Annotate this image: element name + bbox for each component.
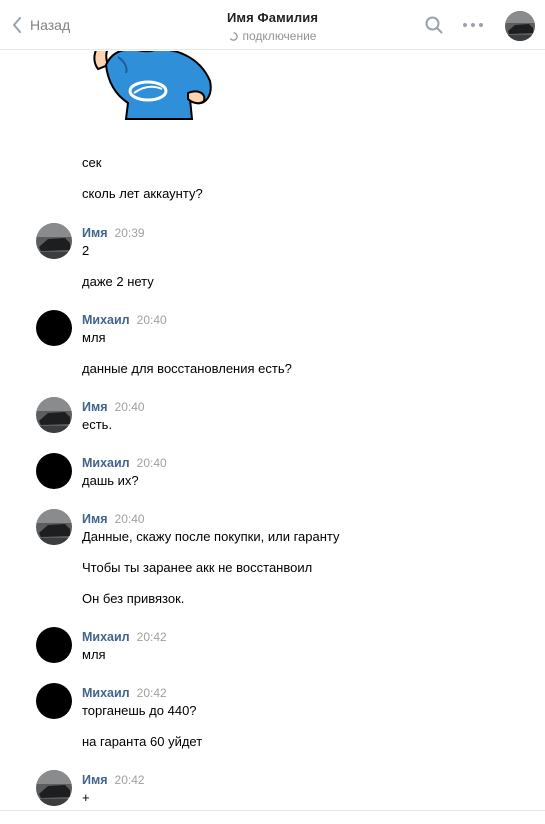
avatar[interactable] bbox=[36, 453, 72, 489]
message-time: 20:42 bbox=[114, 773, 145, 787]
message-text: на гаранта 60 уйдет bbox=[82, 734, 203, 749]
message-author[interactable]: Имя 20:42 bbox=[82, 773, 145, 787]
user-photo-avatar bbox=[36, 223, 72, 259]
avatar[interactable] bbox=[36, 627, 72, 663]
message-time: 20:40 bbox=[114, 400, 145, 414]
chat-avatar[interactable] bbox=[505, 11, 535, 41]
loading-spinner-icon bbox=[229, 31, 238, 41]
message-time: 20:39 bbox=[114, 226, 145, 240]
message-author[interactable]: Михаил 20:42 bbox=[82, 686, 167, 700]
message-author[interactable]: Имя 20:39 bbox=[82, 226, 145, 240]
message-text: + bbox=[82, 790, 90, 805]
message-author[interactable]: Имя 20:40 bbox=[82, 400, 145, 414]
user-photo-avatar bbox=[36, 770, 72, 806]
message-time: 20:42 bbox=[136, 630, 167, 644]
sticker-image[interactable] bbox=[88, 51, 218, 133]
sticker-character-icon bbox=[93, 51, 212, 120]
avatar[interactable] bbox=[36, 770, 72, 806]
message-text: Он без привязок. bbox=[82, 591, 185, 606]
message-time: 20:40 bbox=[136, 313, 167, 327]
composer-divider bbox=[0, 810, 545, 811]
avatar[interactable] bbox=[36, 223, 72, 259]
user-photo-avatar bbox=[36, 397, 72, 433]
message-text: дашь их? bbox=[82, 473, 139, 488]
message-feed[interactable]: сек сколь лет аккаунту? Имя 20:39 2 даже … bbox=[0, 51, 545, 811]
message-text: Данные, скажу после покупки, или гаранту bbox=[82, 529, 340, 544]
message-text: мля bbox=[82, 330, 106, 345]
more-button[interactable] bbox=[462, 16, 484, 37]
message-text: сек bbox=[82, 155, 102, 170]
message-time: 20:42 bbox=[136, 686, 167, 700]
message-time: 20:40 bbox=[114, 512, 145, 526]
connection-status: подключение bbox=[229, 29, 317, 43]
avatar[interactable] bbox=[36, 509, 72, 545]
message-text: 2 bbox=[82, 243, 90, 258]
chat-avatar-image bbox=[505, 11, 535, 41]
more-dots-icon bbox=[463, 23, 483, 27]
user-photo-avatar bbox=[36, 509, 72, 545]
message-text: данные для восстановления есть? bbox=[82, 361, 292, 376]
search-icon bbox=[425, 16, 443, 34]
message-text: Чтобы ты заранее акк не восстанвоил bbox=[82, 560, 313, 575]
connection-status-text: подключение bbox=[242, 29, 317, 43]
avatar[interactable] bbox=[36, 397, 72, 433]
message-author[interactable]: Михаил 20:42 bbox=[82, 630, 167, 644]
message-author[interactable]: Имя 20:40 bbox=[82, 512, 145, 526]
message-text: торганешь до 440? bbox=[82, 703, 197, 718]
avatar[interactable] bbox=[36, 310, 72, 346]
message-author[interactable]: Михаил 20:40 bbox=[82, 456, 167, 470]
message-text: мля bbox=[82, 647, 106, 662]
message-text: даже 2 нету bbox=[82, 274, 154, 289]
search-button[interactable] bbox=[425, 16, 443, 37]
message-author[interactable]: Михаил 20:40 bbox=[82, 313, 167, 327]
message-text: сколь лет аккаунту? bbox=[82, 186, 203, 201]
message-text: есть. bbox=[82, 417, 113, 432]
message-time: 20:40 bbox=[136, 456, 167, 470]
chat-header: Назад Имя Фамилия подключение bbox=[0, 0, 545, 50]
avatar[interactable] bbox=[36, 683, 72, 719]
